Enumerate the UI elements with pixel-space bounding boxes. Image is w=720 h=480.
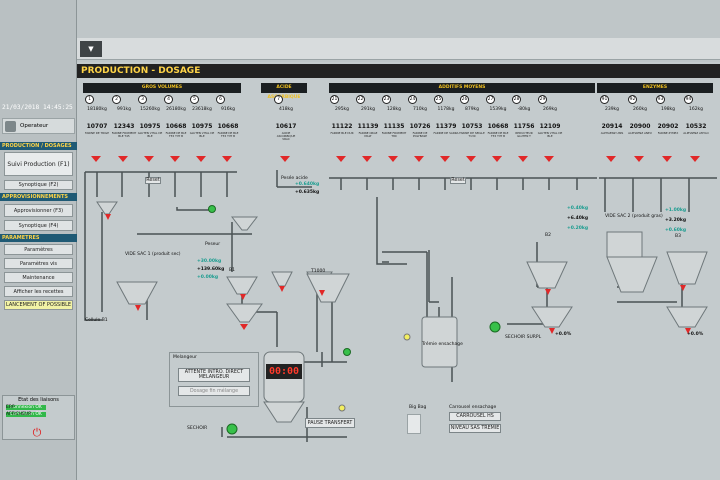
t1000-label: T1000 — [311, 269, 326, 274]
status-title: Etat des liaisons — [18, 397, 59, 403]
lancement-indicator: LANCEMENT OF POSSIBLE — [4, 300, 73, 310]
afficher-recettes-button[interactable]: Afficher les recettes — [4, 286, 73, 297]
pesee-acide-label: Pesée acide — [281, 176, 308, 181]
synoptique-f2-button[interactable]: Synoptique (F2) — [4, 180, 73, 190]
status-label: AFFICHEUR — [6, 412, 32, 417]
section-params: PARAMETRES — [0, 234, 77, 242]
top-bar: ▼ — [77, 38, 720, 60]
weight-b3-a: +1.00kg — [665, 208, 687, 213]
cellule-label: Cellule B1 — [85, 318, 108, 323]
main-panel: PRODUCTION - DOSAGE GROS VOLUMES ACIDE A… — [77, 62, 720, 480]
hopper-6[interactable]: 6 916kg 10668 FARINE DE BLE T55 TYP B — [215, 95, 241, 165]
hopper-5[interactable]: 5 23618kg 10975 GLUTEN VITAL DE BLE — [189, 95, 215, 165]
hopper-22[interactable]: 22 291kg 11139 FARINE ORGE MALT — [355, 95, 381, 165]
tremie-label: Trémie ensachage — [422, 342, 463, 347]
hopper-3[interactable]: 3 15260kg 10975 GLUTEN VITAL DE BLE — [137, 95, 163, 165]
dropdown-menu-button[interactable]: ▼ — [80, 41, 102, 57]
weight-b2-b: +6.40kg — [567, 216, 589, 221]
status-label: ERP — [6, 405, 15, 410]
status-row-afficheur: AFFICHEUR Connexion OK — [3, 412, 74, 417]
peseur-label: Peseur — [205, 242, 221, 247]
weight-b2-a: +0.40kg — [567, 206, 589, 211]
percent-2: +0.0% — [687, 332, 704, 337]
sechoir-surpl-label: SECHOIR SURPL — [505, 335, 542, 340]
carrousel-label: Carrousel ensachage — [449, 405, 497, 410]
weight-b3-c: +0.60kg — [665, 228, 687, 233]
operator-label: Operateur — [20, 123, 49, 129]
suivi-production-button[interactable]: Suivi Production (F1) — [4, 152, 73, 176]
hopper-2[interactable]: 2 991kg 12343 FARINE FROMENT BLE T45 — [111, 95, 137, 165]
sechoir-label: SECHOIR — [187, 426, 208, 431]
hopper-91[interactable]: 91 239kg 20914 ALPHAENZ UNIS — [599, 95, 625, 165]
maintenance-button[interactable]: Maintenance — [4, 272, 73, 283]
hopper-92[interactable]: 92 260kg 20900 ALPHAENZ ANEU — [627, 95, 653, 165]
weight-b1-c: +0.00kg — [197, 275, 219, 280]
weight-b2-c: +0.20kg — [567, 226, 589, 231]
big-bag-label: Big Bag — [409, 405, 427, 410]
hopper-23[interactable]: 23 128kg 11135 FARINE FROMENT T80 — [381, 95, 407, 165]
hopper-4[interactable]: 4 26180kg 10668 FARINE DE BLE T55 TYP B — [163, 95, 189, 165]
hopper-26[interactable]: 26 879kg 10753 FARINE DE SEIGLE T130 — [459, 95, 485, 165]
clock: 21/03/2018 14:45:25 — [2, 104, 73, 111]
melangeur-title: Melangeur — [173, 355, 197, 360]
hopper-29[interactable]: 29 269kg 12109 GLUTEN VITAL DE BLE — [537, 95, 563, 165]
parametres-button[interactable]: Paramètres — [4, 244, 73, 255]
power-icon[interactable]: ⏻ — [31, 427, 43, 439]
weight-b1-a: +30.00kg — [197, 259, 222, 264]
hopper-25[interactable]: 25 1178kg 11379 FARINE DE SARRA — [433, 95, 459, 165]
status-row-erp: ERP Connexion OK — [3, 405, 74, 410]
reset-button-2[interactable]: Reset — [450, 177, 466, 184]
hopper-1[interactable]: 1 18180kg 10707 FARINE DE TRIGE — [84, 95, 110, 165]
mixer-timer: 00:00 — [266, 364, 302, 379]
reset-button-1[interactable]: Reset — [145, 177, 161, 184]
b1-label: B1 — [229, 268, 235, 273]
synoptique-f4-button[interactable]: Synoptique (F4) — [4, 220, 73, 231]
hopper-93[interactable]: 93 198kg 20902 FARINE ZYMEX — [655, 95, 681, 165]
melangeur-panel: Melangeur ATTENTE INTRO. DIRECT MELANGEU… — [169, 352, 259, 407]
dosage-fin-button[interactable]: Dosage fin mélange — [178, 386, 250, 396]
hopper-21[interactable]: 21 295kg 11122 FARINE BLE DUR — [329, 95, 355, 165]
section-production: PRODUCTION / DOSAGES — [0, 142, 77, 150]
big-bag-icon — [407, 414, 421, 434]
vide-sac-2-label: VIDE SAC 2 (produit gras) — [605, 214, 663, 219]
hopper-24[interactable]: 24 710kg 10726 FARINE DE POLYBASE — [407, 95, 433, 165]
parametres-vis-button[interactable]: Paramètres vis — [4, 258, 73, 269]
hopper-27[interactable]: 27 1539kg 10668 FARINE DE BLE T55 TYP B — [485, 95, 511, 165]
weight-acide-1: +0.640kg — [295, 182, 320, 187]
weight-b1-b: +139.60kg — [197, 267, 225, 272]
attente-intro-button[interactable]: ATTENTE INTRO. DIRECT MELANGEUR — [178, 368, 250, 382]
vide-sac-1-label: VIDE SAC 1 (produit sec) — [125, 252, 181, 257]
operator-button[interactable]: Operateur — [2, 118, 75, 134]
b3-label: B3 — [675, 234, 681, 239]
pause-transfert-button[interactable]: PAUSE TRANSFERT — [305, 418, 355, 428]
niveau-sas-button[interactable]: NIVEAU SAS TREMIE — [449, 424, 501, 433]
hopper-28[interactable]: 28 -80kg 11756 REDUCTEUR GLUTEN T — [511, 95, 537, 165]
percent-1: +0.0% — [555, 332, 572, 337]
sidebar: 21/03/2018 14:45:25 Operateur PRODUCTION… — [0, 0, 77, 480]
hopper-7[interactable]: 7 418kg 10617 ACIDE ASCORBIQUE VRAC — [273, 95, 299, 165]
b2-label: B2 — [545, 233, 551, 238]
user-icon — [5, 120, 16, 132]
hopper-94[interactable]: 94 162kg 10532 ALPHAENZ AMYLO — [683, 95, 709, 165]
carrousel-hs-button[interactable]: CARROUSEL HS — [449, 412, 501, 421]
approvisionner-button[interactable]: Approvisionner (F3) — [4, 204, 73, 217]
section-appro: APPROVISIONNEMENTS — [0, 193, 77, 201]
weight-b3-b: +3.20kg — [665, 218, 687, 223]
weight-acide-2: +0.635kg — [295, 190, 320, 195]
